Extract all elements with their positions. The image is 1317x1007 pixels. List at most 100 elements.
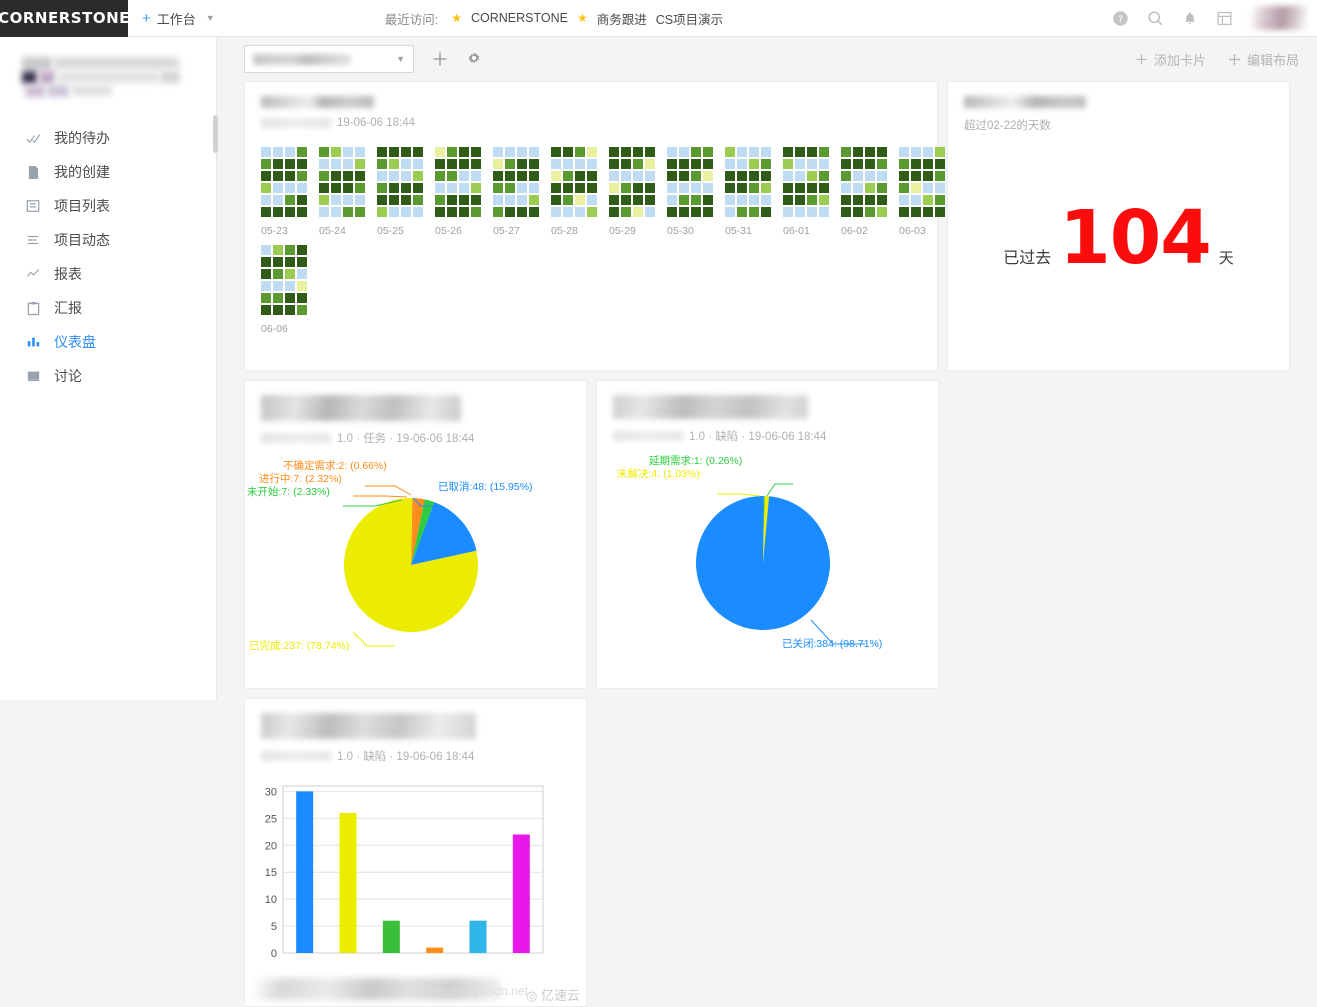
heatmap-cell[interactable] [471, 195, 481, 205]
heatmap-cell[interactable] [621, 195, 631, 205]
heatmap-cell[interactable] [413, 207, 423, 217]
apps-icon[interactable] [1216, 10, 1233, 27]
heatmap-cell[interactable] [609, 159, 619, 169]
heatmap-cell[interactable] [841, 207, 851, 217]
heatmap-cell[interactable] [505, 147, 515, 157]
heatmap-cell[interactable] [529, 171, 539, 181]
heatmap-cell[interactable] [691, 147, 701, 157]
heatmap-cell[interactable] [865, 147, 875, 157]
heatmap-cell[interactable] [273, 159, 283, 169]
heatmap-cell[interactable] [575, 183, 585, 193]
avatar[interactable] [1251, 6, 1307, 30]
heatmap-cell[interactable] [261, 281, 271, 291]
heatmap-cell[interactable] [645, 171, 655, 181]
search-icon[interactable] [1147, 10, 1164, 27]
heatmap-cell[interactable] [807, 183, 817, 193]
heatmap-cell[interactable] [703, 171, 713, 181]
heatmap-cell[interactable] [587, 147, 597, 157]
heatmap-cell[interactable] [749, 159, 759, 169]
heatmap-cell[interactable] [819, 183, 829, 193]
heatmap-cell[interactable] [319, 171, 329, 181]
heatmap-cell[interactable] [795, 159, 805, 169]
heatmap-cell[interactable] [435, 171, 445, 181]
heatmap-cell[interactable] [667, 207, 677, 217]
heatmap-cell[interactable] [377, 159, 387, 169]
heatmap-cell[interactable] [447, 159, 457, 169]
heatmap-cell[interactable] [331, 207, 341, 217]
heatmap-cell[interactable] [435, 183, 445, 193]
heatmap-cell[interactable] [493, 207, 503, 217]
heatmap-cell[interactable] [563, 159, 573, 169]
heatmap-cell[interactable] [517, 171, 527, 181]
dashboard-select[interactable]: ▼ [244, 45, 414, 73]
heatmap-cell[interactable] [343, 207, 353, 217]
recent-item-business[interactable]: 商务跟进 [597, 9, 647, 28]
heatmap-cell[interactable] [551, 171, 561, 181]
heatmap-cell[interactable] [621, 159, 631, 169]
heatmap-cell[interactable] [447, 207, 457, 217]
sidebar-item-report[interactable]: 报表 [0, 257, 216, 291]
heatmap-cell[interactable] [761, 195, 771, 205]
gear-icon[interactable] [466, 51, 482, 67]
heatmap-cell[interactable] [609, 183, 619, 193]
heatmap-cell[interactable] [703, 195, 713, 205]
bar[interactable] [339, 812, 357, 953]
heatmap-cell[interactable] [285, 269, 295, 279]
heatmap-cell[interactable] [261, 305, 271, 315]
heatmap-cell[interactable] [679, 183, 689, 193]
heatmap-cell[interactable] [563, 207, 573, 217]
heatmap-cell[interactable] [529, 183, 539, 193]
heatmap-cell[interactable] [413, 147, 423, 157]
heatmap-cell[interactable] [725, 159, 735, 169]
heatmap-cell[interactable] [795, 171, 805, 181]
heatmap-cell[interactable] [783, 183, 793, 193]
heatmap-cell[interactable] [505, 195, 515, 205]
heatmap-cell[interactable] [899, 195, 909, 205]
heatmap-cell[interactable] [401, 159, 411, 169]
heatmap-cell[interactable] [725, 207, 735, 217]
heatmap-cell[interactable] [645, 183, 655, 193]
heatmap-cell[interactable] [493, 159, 503, 169]
heatmap-cell[interactable] [703, 207, 713, 217]
heatmap-cell[interactable] [493, 171, 503, 181]
heatmap-cell[interactable] [529, 159, 539, 169]
heatmap-cell[interactable] [923, 183, 933, 193]
heatmap-cell[interactable] [691, 207, 701, 217]
heatmap-cell[interactable] [783, 147, 793, 157]
heatmap-cell[interactable] [609, 147, 619, 157]
heatmap-cell[interactable] [389, 195, 399, 205]
heatmap-cell[interactable] [285, 207, 295, 217]
heatmap-cell[interactable] [493, 147, 503, 157]
heatmap-cell[interactable] [297, 269, 307, 279]
heatmap-cell[interactable] [761, 171, 771, 181]
heatmap-cell[interactable] [447, 147, 457, 157]
heatmap-cell[interactable] [297, 183, 307, 193]
bar[interactable] [469, 920, 487, 953]
heatmap-cell[interactable] [355, 195, 365, 205]
heatmap-cell[interactable] [261, 269, 271, 279]
heatmap-cell[interactable] [853, 207, 863, 217]
heatmap-cell[interactable] [273, 281, 283, 291]
heatmap-cell[interactable] [459, 207, 469, 217]
heatmap-cell[interactable] [737, 207, 747, 217]
heatmap-cell[interactable] [795, 147, 805, 157]
sidebar-item-project-list[interactable]: 项目列表 [0, 189, 216, 223]
heatmap-cell[interactable] [703, 159, 713, 169]
heatmap-cell[interactable] [667, 183, 677, 193]
heatmap-cell[interactable] [273, 257, 283, 267]
edit-layout-button[interactable]: 编辑布局 [1228, 50, 1299, 69]
heatmap-cell[interactable] [389, 183, 399, 193]
heatmap-cell[interactable] [761, 207, 771, 217]
heatmap-cell[interactable] [667, 195, 677, 205]
heatmap-cell[interactable] [899, 147, 909, 157]
heatmap-cell[interactable] [749, 195, 759, 205]
heatmap-cell[interactable] [807, 159, 817, 169]
heatmap-cell[interactable] [297, 207, 307, 217]
heatmap-cell[interactable] [517, 207, 527, 217]
heatmap-cell[interactable] [621, 183, 631, 193]
heatmap-cell[interactable] [841, 147, 851, 157]
heatmap-cell[interactable] [899, 171, 909, 181]
heatmap-cell[interactable] [261, 293, 271, 303]
heatmap-cell[interactable] [517, 159, 527, 169]
heatmap-cell[interactable] [377, 147, 387, 157]
